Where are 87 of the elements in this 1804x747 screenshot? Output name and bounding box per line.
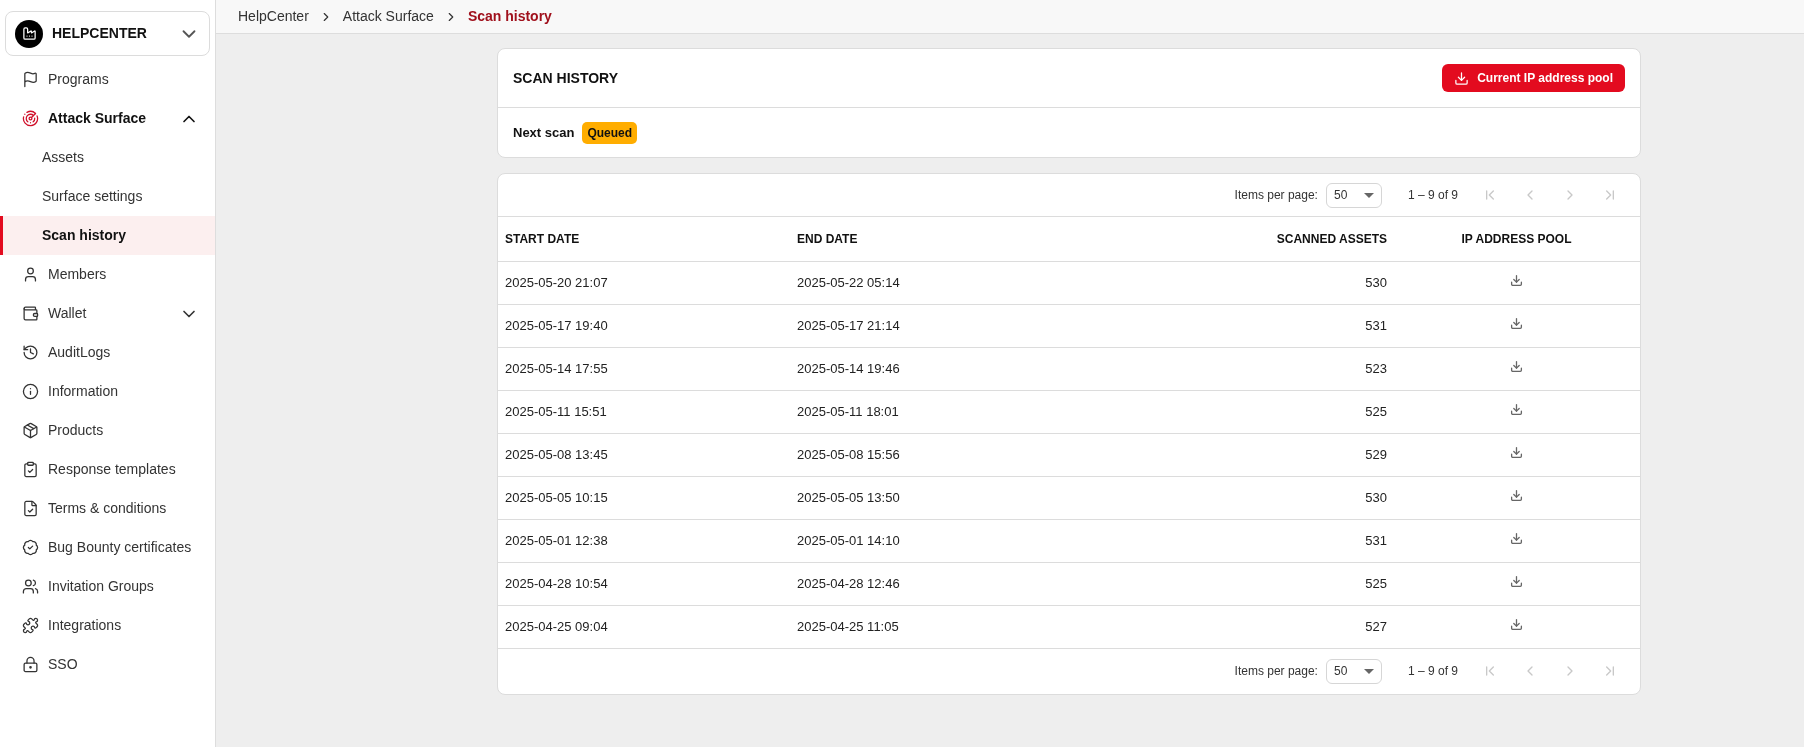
download-button[interactable] [1510,617,1523,631]
history-icon [22,344,39,361]
dropdown-triangle-icon [1363,668,1374,674]
table-cell: 531 [1097,519,1393,562]
sidebar-item[interactable]: Members [0,255,215,294]
items-per-page-label: Items per page: [1234,187,1318,204]
card-title: SCAN HISTORY [513,68,618,88]
table-cell: 2025-05-22 05:14 [797,261,1097,304]
table-cell: 2025-04-28 12:46 [797,562,1097,605]
download-button[interactable] [1510,359,1523,373]
download-button[interactable] [1510,531,1523,545]
sidebar-subitem[interactable]: Assets [0,138,215,177]
file-check-icon [22,500,39,517]
download-button[interactable] [1510,445,1523,459]
org-switcher[interactable]: HELPCENTER [5,11,210,56]
download-button[interactable] [1510,488,1523,502]
table-cell: 2025-05-11 18:01 [797,390,1097,433]
table-cell: 529 [1097,433,1393,476]
per-page-select[interactable]: 50 [1325,658,1382,684]
breadcrumb-link[interactable]: HelpCenter [238,6,309,27]
download-button[interactable] [1510,273,1523,287]
dropdown-triangle-icon [1363,192,1374,198]
sidebar-item[interactable]: SSO [0,645,215,684]
column-header: IP ADDRESS POOL [1393,217,1640,261]
page-range: 1 – 9 of 9 [1407,663,1458,680]
download-button[interactable] [1510,316,1523,330]
sidebar-item[interactable]: Wallet [0,294,215,333]
items-per-page-label: Items per page: [1234,663,1318,680]
breadcrumb-link[interactable]: Scan history [467,6,552,27]
org-logo [15,19,43,48]
table-cell: 2025-04-28 10:54 [498,562,797,605]
sidebar-item[interactable]: Programs [0,60,215,99]
sidebar-item[interactable]: Integrations [0,606,215,645]
sidebar-subitem[interactable]: Scan history [0,216,215,255]
table-cell: 531 [1097,304,1393,347]
clipboard-icon [22,461,39,478]
breadcrumb-link[interactable]: Attack Surface [342,6,434,27]
download-button[interactable] [1510,402,1523,416]
sidebar-item[interactable]: Terms & conditions [0,489,215,528]
next-scan-label: Next scan [513,123,575,142]
table-cell: 2025-05-05 10:15 [498,476,797,519]
download-pool-button[interactable]: Current IP address pool [1442,64,1625,92]
wallet-icon [22,305,39,322]
table-cell: 525 [1097,390,1393,433]
package-icon [22,422,39,439]
column-header: SCANNED ASSETS [1097,217,1393,261]
table-cell: 2025-05-05 13:50 [797,476,1097,519]
table-cell: 2025-05-01 14:10 [797,519,1097,562]
flag-icon [22,71,39,88]
table-cell: 2025-05-20 21:07 [498,261,797,304]
table-cell: 2025-04-25 11:05 [797,605,1097,648]
lock-icon [22,656,39,673]
table-cell: 2025-05-08 13:45 [498,433,797,476]
sidebar-item[interactable]: Bug Bounty certificates [0,528,215,567]
column-header: START DATE [498,217,797,261]
table-cell: 530 [1097,261,1393,304]
table-cell: 2025-05-01 12:38 [498,519,797,562]
badge-check-icon [22,539,39,556]
users-icon [22,578,39,595]
table-cell: 2025-05-11 15:51 [498,390,797,433]
table-cell: 2025-04-25 09:04 [498,605,797,648]
sidebar-item[interactable]: Attack Surface [0,99,215,138]
download-icon [1454,70,1470,86]
puzzle-icon [22,617,39,634]
table-cell: 2025-05-14 19:46 [797,347,1097,390]
page-range: 1 – 9 of 9 [1407,187,1458,204]
table-cell: 2025-05-17 21:14 [797,304,1097,347]
sidebar-item[interactable]: Information [0,372,215,411]
user-icon [22,266,39,283]
table-cell: 2025-05-08 15:56 [797,433,1097,476]
info-icon [22,383,39,400]
sidebar-item[interactable]: AuditLogs [0,333,215,372]
column-header: END DATE [797,217,1097,261]
table-cell: 523 [1097,347,1393,390]
table-cell: 527 [1097,605,1393,648]
status-badge: Queued [582,121,638,144]
radar-icon [22,110,39,127]
table-cell: 2025-05-14 17:55 [498,347,797,390]
table-cell: 530 [1097,476,1393,519]
table-cell: 2025-05-17 19:40 [498,304,797,347]
sidebar-item[interactable]: Response templates [0,450,215,489]
table-cell: 525 [1097,562,1393,605]
download-button[interactable] [1510,574,1523,588]
sidebar-subitem[interactable]: Surface settings [0,177,215,216]
sidebar-item[interactable]: Invitation Groups [0,567,215,606]
per-page-select[interactable]: 50 [1325,182,1382,208]
sidebar-item[interactable]: Products [0,411,215,450]
